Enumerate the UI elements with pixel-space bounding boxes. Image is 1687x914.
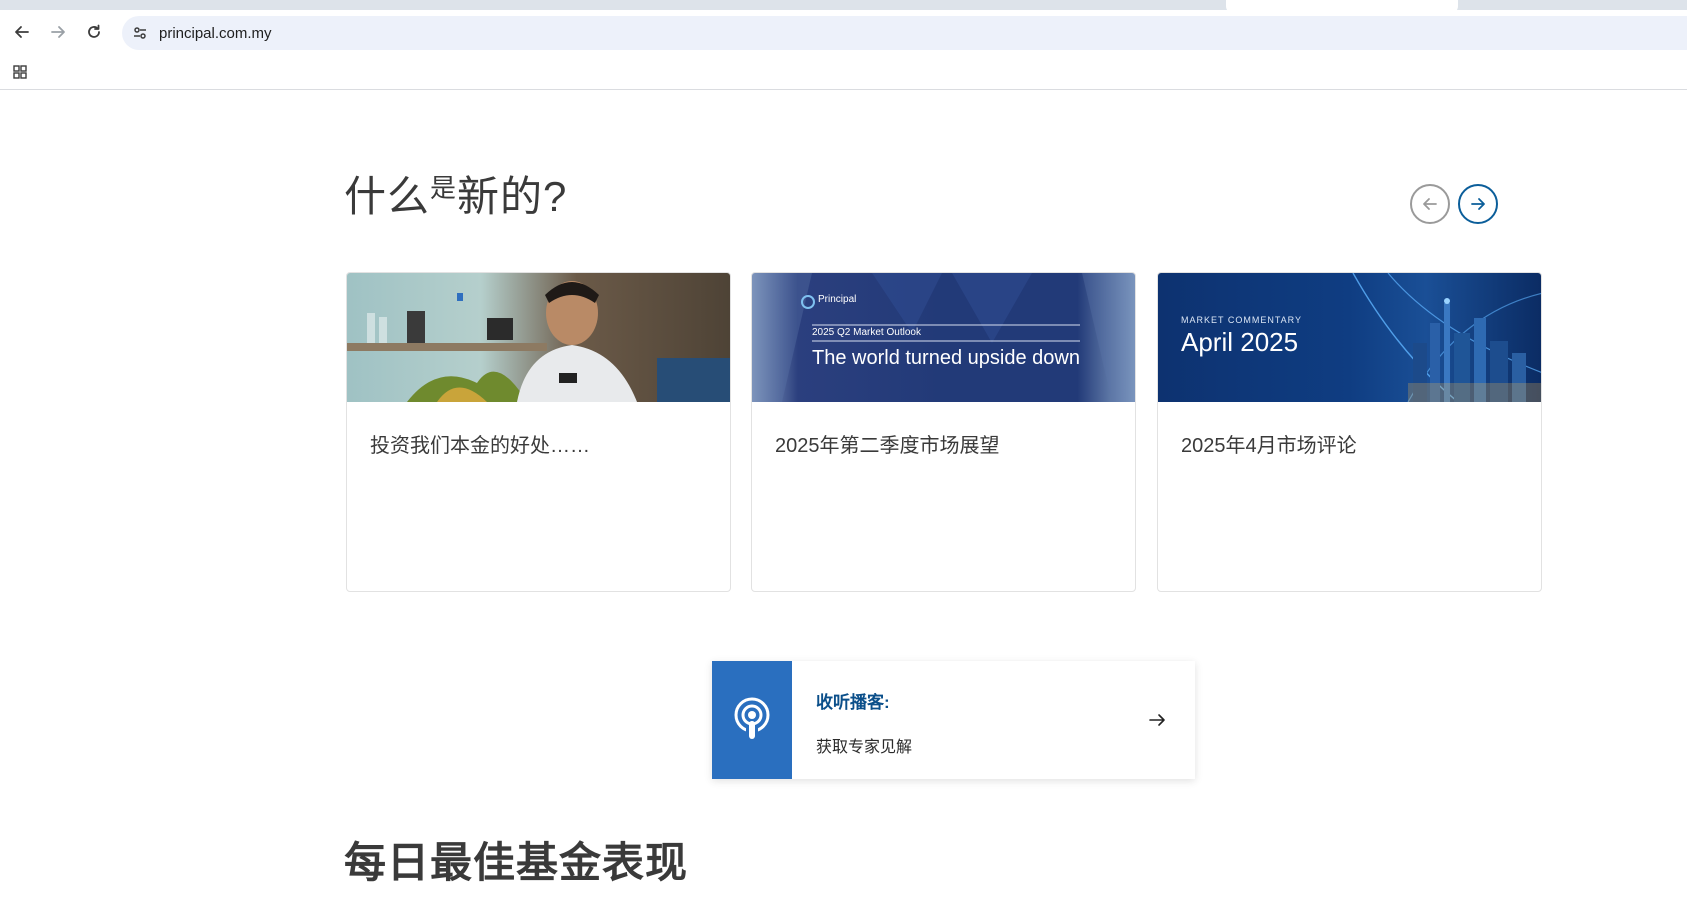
podcast-title: 收听播客: <box>816 693 890 712</box>
card-title[interactable]: 投资我们本金的好处…… <box>370 429 590 458</box>
forward-button[interactable] <box>42 16 74 48</box>
podcast-icon <box>734 697 770 741</box>
back-button[interactable] <box>6 16 38 48</box>
arrow-left-icon <box>15 26 29 38</box>
site-info-button[interactable] <box>125 18 155 48</box>
card-thumbnail-april-commentary: MARKET COMMENTARY April 2025 <box>1158 273 1541 402</box>
daily-top-funds-title: 每日最佳基金表现 <box>344 839 689 886</box>
card-title[interactable]: 2025年第二季度市场展望 <box>775 429 1000 458</box>
page-content: 什么是新的? 投资我们本金的好处…… Principal 2025 Q2 Mar… <box>0 91 1687 914</box>
title-part1: 什么 <box>344 173 431 220</box>
tab-strip <box>0 0 1687 14</box>
url-text[interactable]: principal.com.my <box>159 25 272 42</box>
reload-button[interactable] <box>78 16 110 48</box>
title-part2: 新的? <box>457 173 568 220</box>
card-thumbnail-video <box>347 273 730 402</box>
browser-toolbar: principal.com.my <box>0 10 1687 54</box>
card-thumbnail-q2-outlook: Principal 2025 Q2 Market Outlook The wor… <box>752 273 1135 402</box>
whats-new-title: 什么是新的? <box>344 163 567 224</box>
office-scene-image <box>347 281 730 402</box>
title-superscript: 是 <box>430 173 458 203</box>
podcast-icon-box <box>712 661 792 779</box>
grid-icon <box>13 65 27 79</box>
article-card-april-commentary[interactable]: MARKET COMMENTARY April 2025 2025年4月市场评论 <box>1157 272 1542 592</box>
arrow-left-icon <box>1423 198 1437 210</box>
tune-icon <box>134 27 146 39</box>
bookmarks-bar <box>0 54 1687 90</box>
article-card-video[interactable]: 投资我们本金的好处…… <box>346 272 731 592</box>
thumb-brand-text: Principal <box>818 294 857 305</box>
arrow-right-icon[interactable] <box>1145 708 1169 732</box>
apps-grid-icon[interactable] <box>9 61 31 83</box>
thumb-subtitle-text: 2025 Q2 Market Outlook <box>812 327 921 338</box>
address-bar[interactable]: principal.com.my <box>122 16 1687 50</box>
podcast-subtitle: 获取专家见解 <box>816 739 913 756</box>
carousel-prev-button[interactable] <box>1410 184 1450 224</box>
reload-icon <box>88 24 100 38</box>
podcast-banner[interactable]: 收听播客: 获取专家见解 <box>712 661 1195 779</box>
thumb-label-text: MARKET COMMENTARY <box>1181 315 1303 325</box>
arrow-right-icon <box>1471 198 1485 210</box>
card-title[interactable]: 2025年4月市场评论 <box>1181 429 1357 458</box>
article-card-q2-outlook[interactable]: Principal 2025 Q2 Market Outlook The wor… <box>751 272 1136 592</box>
building-pattern-image <box>752 273 1135 402</box>
thumb-heading-text: The world turned upside down <box>812 347 1080 369</box>
thumb-heading-text: April 2025 <box>1181 327 1299 357</box>
carousel-next-button[interactable] <box>1458 184 1498 224</box>
arrow-right-icon <box>51 26 65 38</box>
